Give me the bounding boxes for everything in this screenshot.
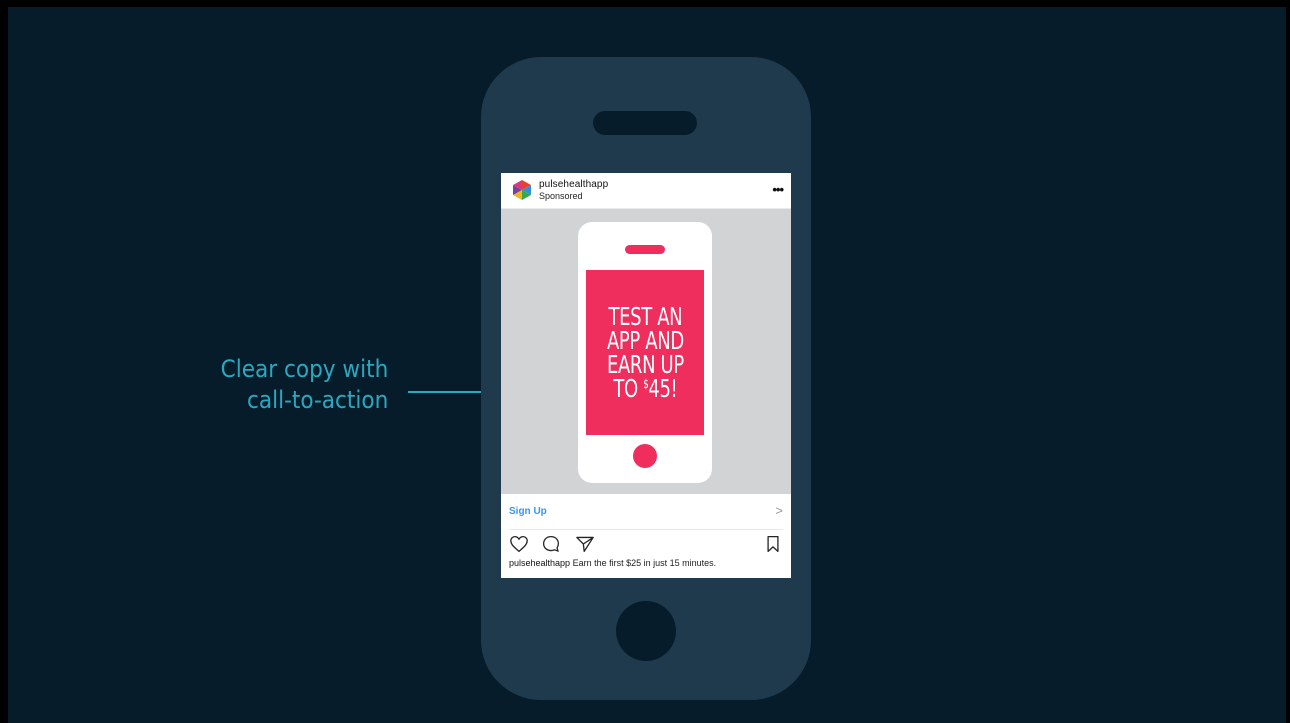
share-icon[interactable] — [575, 535, 595, 553]
more-options-icon[interactable]: ••• — [772, 182, 784, 197]
phone-illustration: pulsehealthapp Sponsored ••• TEST AN APP… — [481, 57, 811, 700]
post-header: pulsehealthapp Sponsored ••• — [501, 173, 791, 209]
instagram-post: pulsehealthapp Sponsored ••• TEST AN APP… — [501, 173, 791, 578]
cta-row[interactable]: Sign Up > — [501, 494, 791, 530]
slide: Clear copy with call-to-action pulseheal… — [8, 7, 1286, 723]
ad-phone-speaker — [625, 245, 665, 254]
ad-headline-last-line: TO $45! — [607, 373, 684, 403]
brand-logo-icon[interactable] — [511, 179, 533, 201]
annotation-text: Clear copy with call-to-action — [220, 354, 388, 416]
ad-headline-prefix: TO — [612, 373, 643, 403]
comment-icon[interactable] — [541, 535, 561, 553]
ad-phone-graphic: TEST AN APP AND EARN UP TO $45! — [578, 222, 712, 483]
caption-username[interactable]: pulsehealthapp — [509, 558, 570, 568]
bookmark-icon[interactable] — [765, 535, 781, 553]
heart-icon[interactable] — [509, 535, 529, 553]
ad-currency-symbol: $ — [642, 376, 649, 391]
sponsored-label: Sponsored — [539, 191, 583, 201]
chevron-right-icon[interactable]: > — [775, 503, 783, 518]
annotation-line-2: call-to-action — [246, 386, 388, 414]
annotation-line-1: Clear copy with — [220, 355, 388, 383]
sign-up-link[interactable]: Sign Up — [509, 506, 547, 517]
post-username[interactable]: pulsehealthapp — [539, 179, 608, 190]
ad-phone-screen: TEST AN APP AND EARN UP TO $45! — [586, 270, 704, 435]
ad-headline-amount: 45! — [647, 373, 677, 403]
ad-phone-home-button — [633, 444, 657, 468]
post-image: TEST AN APP AND EARN UP TO $45! — [501, 209, 791, 494]
post-actions — [501, 531, 791, 555]
phone-home-button — [616, 601, 676, 661]
cta-divider — [509, 529, 783, 530]
ad-headline: TEST AN APP AND EARN UP TO $45! — [607, 304, 684, 403]
caption-text: Earn the first $25 in just 15 minutes. — [572, 558, 717, 568]
post-caption: pulsehealthapp Earn the first $25 in jus… — [509, 558, 716, 568]
phone-speaker — [593, 111, 697, 135]
